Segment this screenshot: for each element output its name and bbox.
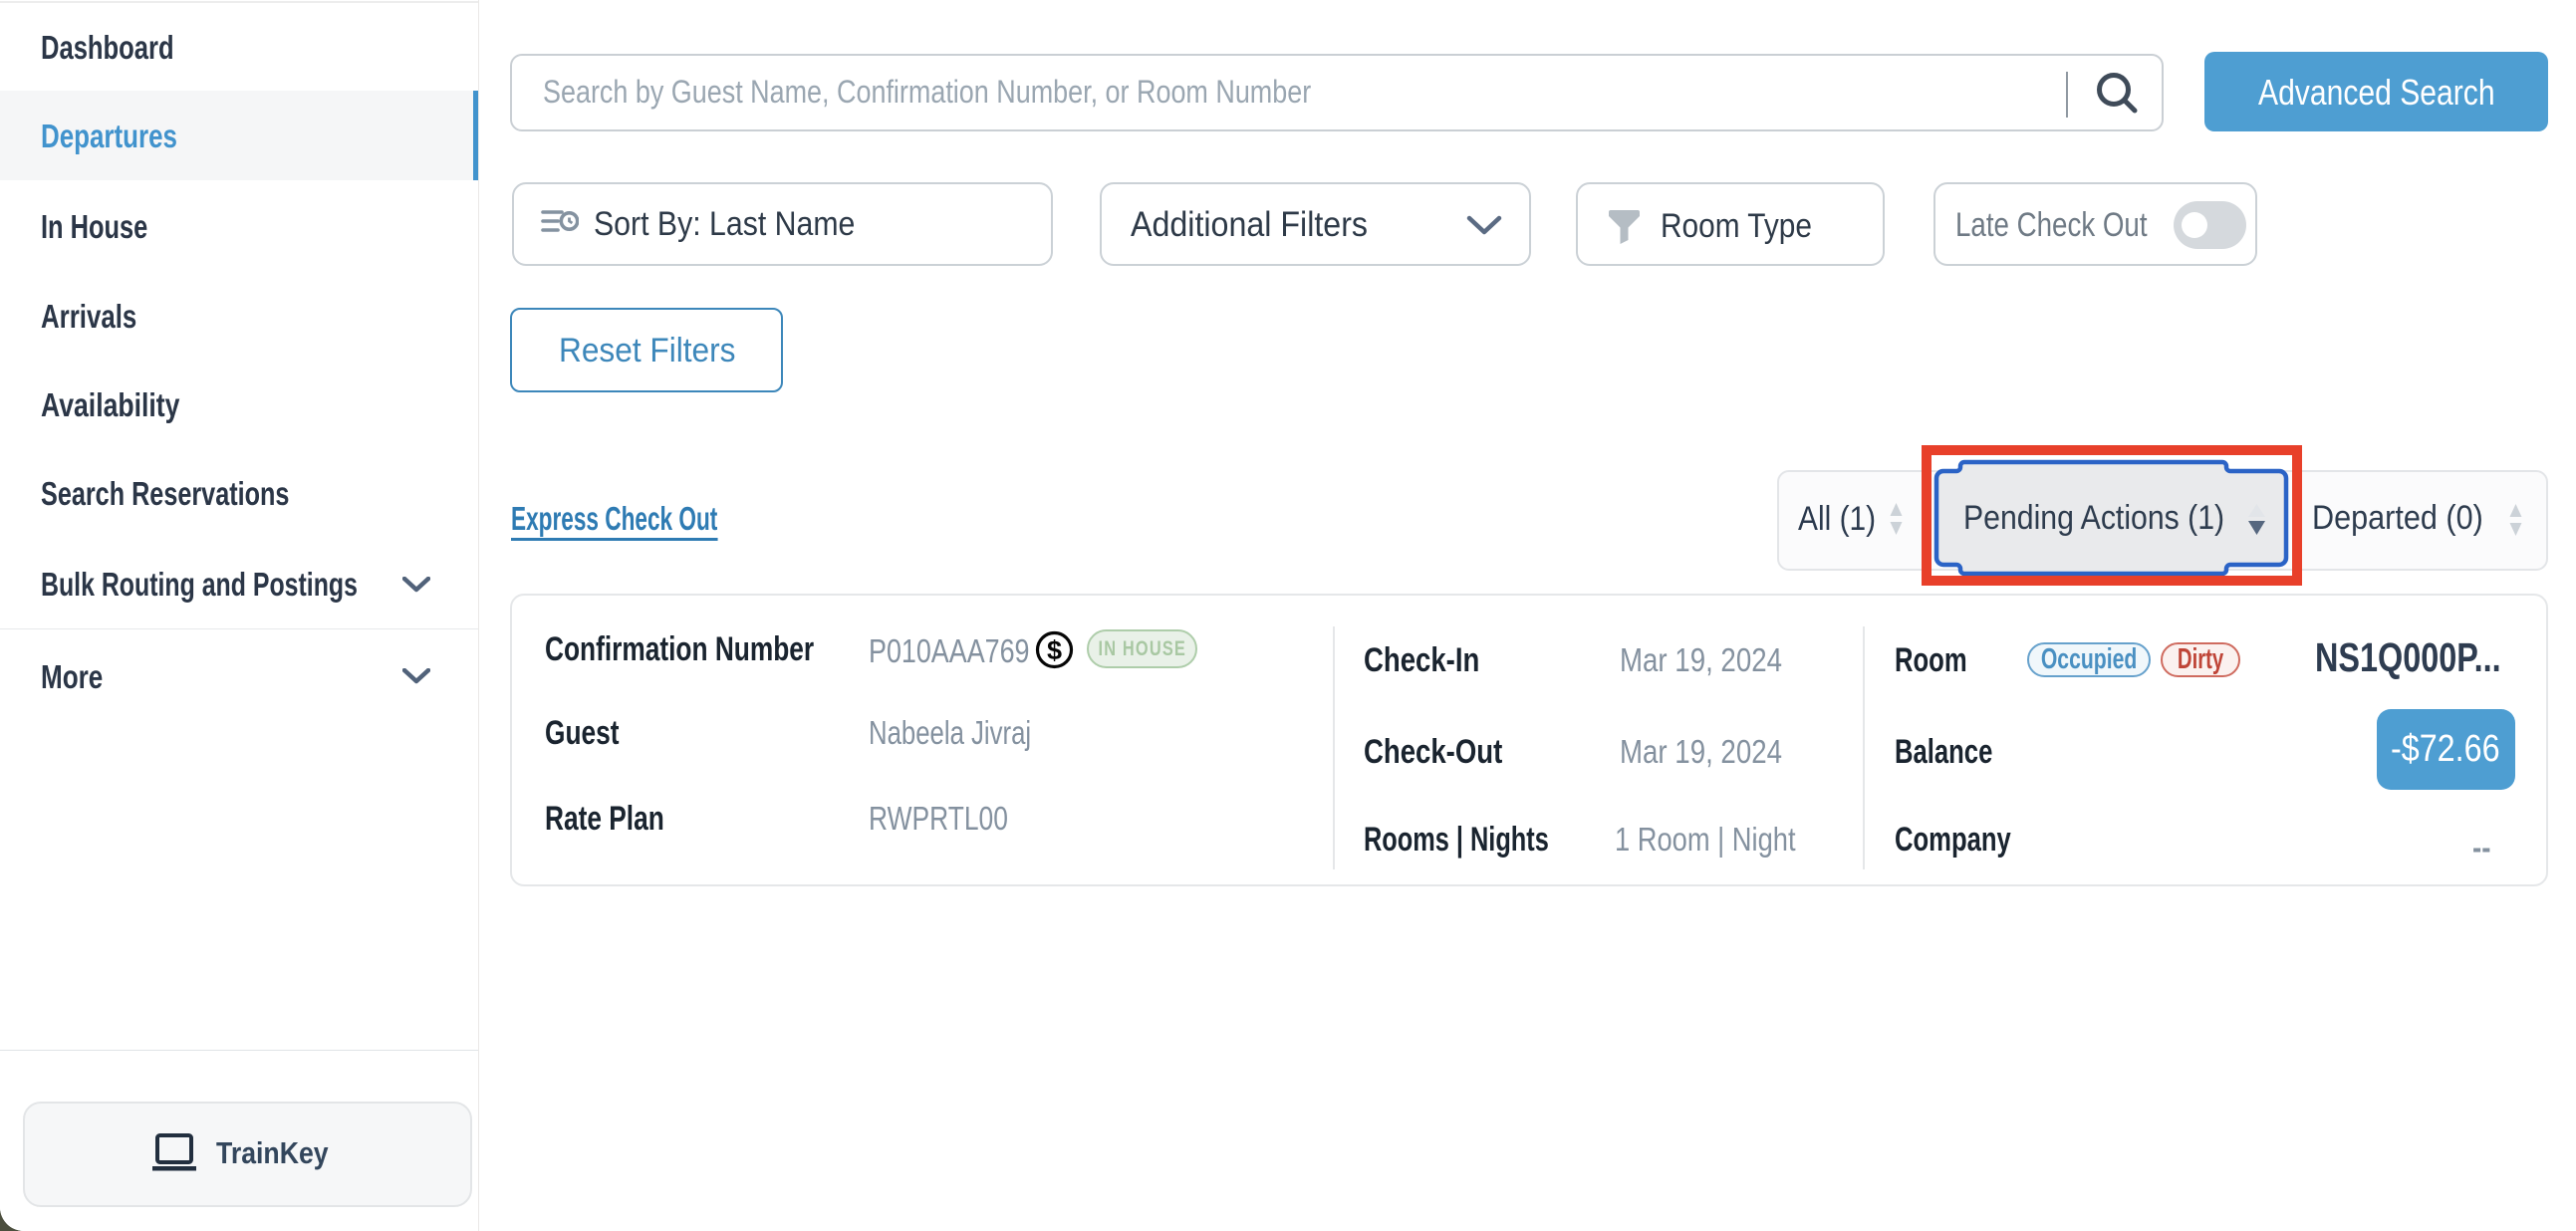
svg-text:$: $ — [1047, 635, 1062, 665]
